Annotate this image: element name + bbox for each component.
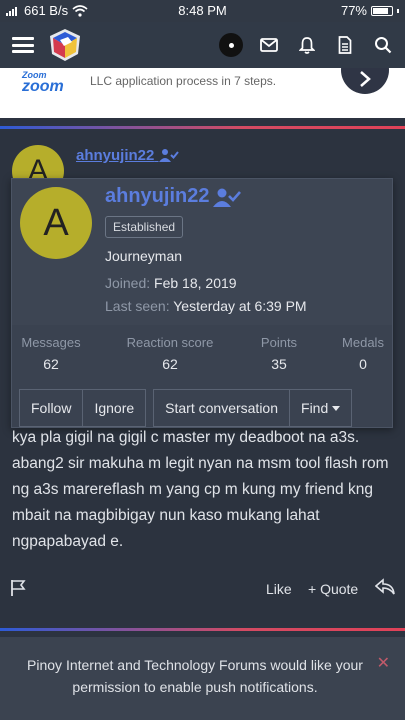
accent-divider bbox=[0, 628, 405, 631]
push-text: Pinoy Internet and Technology Forums wou… bbox=[14, 654, 376, 698]
reply-icon[interactable] bbox=[375, 578, 395, 596]
stat-label: Points bbox=[260, 335, 298, 350]
push-notification-prompt: Pinoy Internet and Technology Forums wou… bbox=[0, 637, 405, 720]
quote-button[interactable]: + Quote bbox=[308, 581, 358, 597]
stat-messages: Messages 62 bbox=[20, 335, 82, 372]
stat-value: 35 bbox=[271, 356, 287, 372]
stat-medals: Medals 0 bbox=[338, 335, 388, 372]
post-body: kya pla gigil na gigil c master my deadb… bbox=[12, 429, 389, 550]
ad-next-button[interactable] bbox=[341, 68, 389, 94]
ad-logo: Zoom zoom bbox=[22, 70, 64, 96]
menu-icon[interactable] bbox=[12, 37, 34, 53]
member-badge: Established bbox=[105, 216, 184, 238]
battery-icon bbox=[371, 5, 393, 16]
follow-button[interactable]: Follow bbox=[19, 389, 84, 427]
start-conversation-button[interactable]: Start conversation bbox=[153, 389, 291, 427]
member-username-text: ahnyujin22 bbox=[105, 185, 210, 207]
ad-banner[interactable]: Zoom zoom LLC application process in 7 s… bbox=[0, 68, 405, 118]
report-flag-icon[interactable] bbox=[10, 579, 28, 597]
post-actions: Like + Quote bbox=[0, 576, 405, 602]
member-avatar[interactable]: A bbox=[20, 187, 92, 259]
post-username-text: ahnyujin22 bbox=[76, 147, 155, 164]
status-right: 77% bbox=[341, 3, 399, 18]
stat-label: Reaction score bbox=[126, 335, 214, 350]
user-check-icon bbox=[213, 188, 242, 207]
joined-label: Joined: bbox=[105, 275, 151, 291]
member-title: Journeyman bbox=[105, 248, 183, 264]
user-check-icon bbox=[158, 149, 179, 162]
site-logo[interactable] bbox=[48, 28, 82, 62]
stat-label: Medals bbox=[342, 335, 384, 350]
member-username[interactable]: ahnyujin22 bbox=[105, 185, 242, 208]
member-tooltip: A ahnyujin22 Established Journeyman Join… bbox=[11, 178, 393, 428]
document-icon[interactable] bbox=[333, 33, 357, 57]
caret-down-icon bbox=[332, 405, 341, 411]
ad-text: LLC application process in 7 steps. bbox=[90, 74, 277, 88]
enable-push-link[interactable]: enable push notifications bbox=[160, 679, 314, 695]
joined-line: Joined: Feb 18, 2019 bbox=[105, 275, 237, 291]
stat-points: Points 35 bbox=[254, 335, 304, 372]
last-seen-value: Yesterday at 6:39 PM bbox=[173, 298, 307, 314]
find-dropdown[interactable]: Find bbox=[290, 389, 353, 427]
ignore-button[interactable]: Ignore bbox=[83, 389, 147, 427]
stat-value: 0 bbox=[359, 356, 367, 372]
joined-value: Feb 18, 2019 bbox=[154, 275, 237, 291]
search-icon[interactable] bbox=[371, 33, 395, 57]
style-toggle-button[interactable] bbox=[219, 33, 243, 57]
member-tooltip-header: A ahnyujin22 Established Journeyman Join… bbox=[12, 179, 392, 325]
push-text-after: . bbox=[313, 679, 318, 695]
member-actions: Follow Ignore Start conversation Find bbox=[19, 389, 353, 427]
stat-label: Messages bbox=[21, 335, 81, 350]
bell-icon[interactable] bbox=[295, 33, 319, 57]
find-label: Find bbox=[301, 400, 329, 416]
stat-value: 62 bbox=[162, 356, 178, 372]
member-stats: Messages 62 Reaction score 62 Points 35 … bbox=[12, 327, 392, 377]
chevron-right-icon bbox=[360, 71, 371, 87]
status-bar: 661 B/s 8:48 PM 77% bbox=[0, 0, 405, 22]
stat-reaction-score: Reaction score 62 bbox=[120, 335, 220, 372]
last-seen-line: Last seen: Yesterday at 6:39 PM bbox=[105, 298, 307, 314]
battery-tip bbox=[397, 8, 399, 13]
ad-brand: zoom bbox=[22, 78, 64, 95]
like-button[interactable]: Like bbox=[266, 581, 292, 597]
stat-value: 62 bbox=[43, 356, 59, 372]
top-navigation bbox=[0, 22, 405, 68]
nav-icons bbox=[219, 33, 395, 57]
close-icon[interactable]: ✕ bbox=[377, 653, 390, 673]
post-username[interactable]: ahnyujin22 bbox=[76, 147, 179, 164]
last-seen-label: Last seen: bbox=[105, 298, 170, 314]
accent-divider bbox=[0, 126, 405, 129]
mail-icon[interactable] bbox=[257, 33, 281, 57]
battery-percent: 77% bbox=[340, 3, 367, 18]
